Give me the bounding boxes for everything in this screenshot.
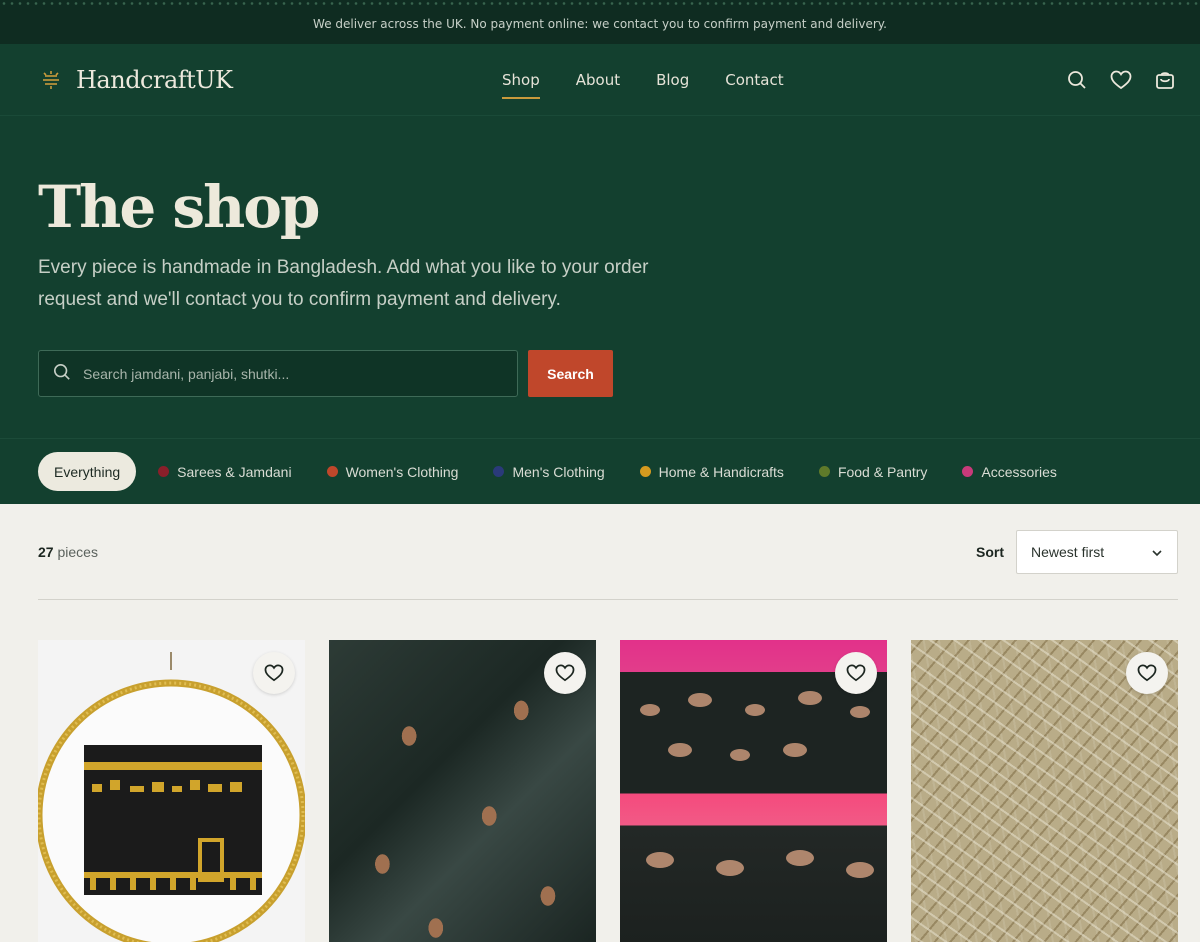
category-chip-mens[interactable]: Men's Clothing — [493, 463, 605, 480]
nav-link-shop[interactable]: Shop — [502, 63, 540, 99]
search-input[interactable] — [83, 365, 503, 382]
category-label: Food & Pantry — [837, 463, 928, 480]
category-chip-womens[interactable]: Women's Clothing — [326, 463, 459, 480]
category-chip-home[interactable]: Home & Handicrafts — [639, 463, 784, 480]
result-count-number: 27 — [38, 543, 54, 560]
chevron-down-icon — [1151, 544, 1163, 560]
product-card[interactable] — [38, 640, 305, 942]
result-count-suffix: pieces — [57, 543, 98, 560]
sort-label: Sort — [976, 543, 1004, 560]
category-chip-sarees[interactable]: Sarees & Jamdani — [158, 463, 292, 480]
bag-icon[interactable] — [1154, 69, 1176, 91]
sort-select[interactable]: Newest first — [1016, 529, 1178, 574]
category-chip-accessories[interactable]: Accessories — [962, 463, 1057, 480]
wishlist-heart-icon[interactable] — [544, 652, 586, 694]
category-dot — [326, 466, 338, 477]
result-count: 27 pieces — [38, 544, 98, 560]
category-label: Accessories — [981, 463, 1057, 480]
category-label: Everything — [54, 463, 121, 480]
category-dot — [158, 466, 170, 477]
category-chip-everything[interactable]: Everything — [38, 452, 137, 491]
category-label: Home & Handicrafts — [658, 463, 784, 480]
search-form: Search — [38, 350, 1162, 397]
sun-mark-icon — [38, 67, 64, 93]
hero-subtitle: Every piece is handmade in Bangladesh. A… — [38, 257, 649, 310]
category-dot — [962, 466, 974, 477]
sort-value: Newest first — [1031, 543, 1105, 560]
product-card[interactable] — [329, 640, 596, 942]
nav-link-contact[interactable]: Contact — [725, 63, 783, 97]
category-dot — [639, 466, 651, 477]
category-dot — [818, 466, 830, 477]
brand-name: HandcraftUK — [76, 65, 233, 94]
category-dot — [493, 466, 505, 477]
brand-logo[interactable]: HandcraftUK — [38, 65, 233, 94]
search-icon[interactable] — [1066, 69, 1088, 91]
product-grid — [38, 640, 1178, 942]
site-header: HandcraftUK Shop About Blog Contact — [0, 44, 1200, 116]
sort-control: Sort Newest first — [976, 529, 1178, 574]
nav-link-blog[interactable]: Blog — [656, 63, 689, 97]
search-field[interactable] — [38, 350, 518, 397]
main-nav: Shop About Blog Contact — [502, 44, 784, 116]
page-title: The shop — [38, 173, 321, 241]
product-card[interactable] — [911, 640, 1178, 942]
wishlist-heart-icon[interactable] — [253, 652, 295, 694]
search-icon — [53, 363, 71, 385]
hero-section: The shop Every piece is handmade in Bang… — [0, 116, 1200, 438]
wishlist-heart-icon[interactable] — [1126, 652, 1168, 694]
announcement-text: We deliver across the UK. No payment onl… — [313, 17, 887, 31]
category-label: Men's Clothing — [512, 463, 605, 480]
category-filter-bar: Everything Sarees & Jamdani Women's Clot… — [0, 438, 1200, 504]
header-actions — [1066, 69, 1176, 91]
search-button[interactable]: Search — [528, 350, 613, 397]
category-label: Sarees & Jamdani — [177, 463, 292, 480]
nav-link-about[interactable]: About — [576, 63, 620, 97]
category-chip-food[interactable]: Food & Pantry — [818, 463, 928, 480]
announcement-bar: We deliver across the UK. No payment onl… — [0, 0, 1200, 44]
wishlist-heart-icon[interactable] — [835, 652, 877, 694]
results-section: 27 pieces Sort Newest first — [0, 504, 1200, 942]
results-toolbar: 27 pieces Sort Newest first — [38, 504, 1178, 600]
heart-icon[interactable] — [1110, 69, 1132, 91]
category-label: Women's Clothing — [345, 463, 459, 480]
product-card[interactable] — [620, 640, 887, 942]
